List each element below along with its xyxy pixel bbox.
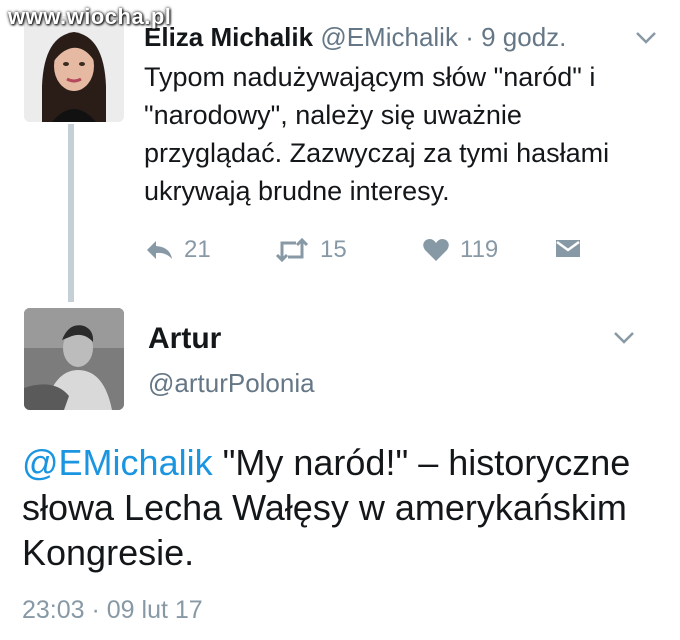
retweet-icon [275,237,309,263]
chevron-down-icon[interactable] [612,330,636,346]
envelope-icon [556,240,580,257]
retweet-button[interactable]: 15 [274,236,347,264]
tweet1-author-handle[interactable]: @EMichalik [320,22,458,52]
tweet2-timestamp[interactable]: 23:03 · 09 lut 17 [22,596,203,625]
direct-message-button[interactable] [554,236,582,260]
tweet1-text: Typom nadużywającym słów "naród" i "naro… [144,62,610,206]
reply-count: 21 [184,236,211,263]
chevron-down-icon[interactable] [634,30,658,46]
tweet1-time[interactable]: 9 godz. [481,22,566,52]
tweet2-author-handle[interactable]: @arturPolonia [148,368,315,399]
reply-icon [147,241,172,259]
mention-link[interactable]: @EMichalik [22,442,213,483]
like-button[interactable]: 119 [422,236,498,264]
like-count: 119 [460,236,499,263]
tweet2-text: @EMichalik "My naród!" – historyczne sło… [22,440,672,575]
watermark: www.wiocha.pl [8,4,172,29]
tweet2-author-name[interactable]: Artur [148,322,221,356]
tweet1-header: Eliza Michalik @EMichalik · 9 godz. [144,22,566,53]
retweet-count: 15 [320,236,347,263]
avatar-eliza-michalik[interactable] [24,16,124,122]
heart-icon [423,239,449,261]
thread-connector-line [68,124,74,302]
avatar-artur[interactable] [24,308,124,410]
avatar-portrait-image [24,16,124,122]
tweet1-separator: · [465,22,474,52]
reply-button[interactable]: 21 [144,236,211,264]
tweet1-actions: 21 15 119 [144,236,604,270]
avatar-portrait-image [24,308,124,410]
